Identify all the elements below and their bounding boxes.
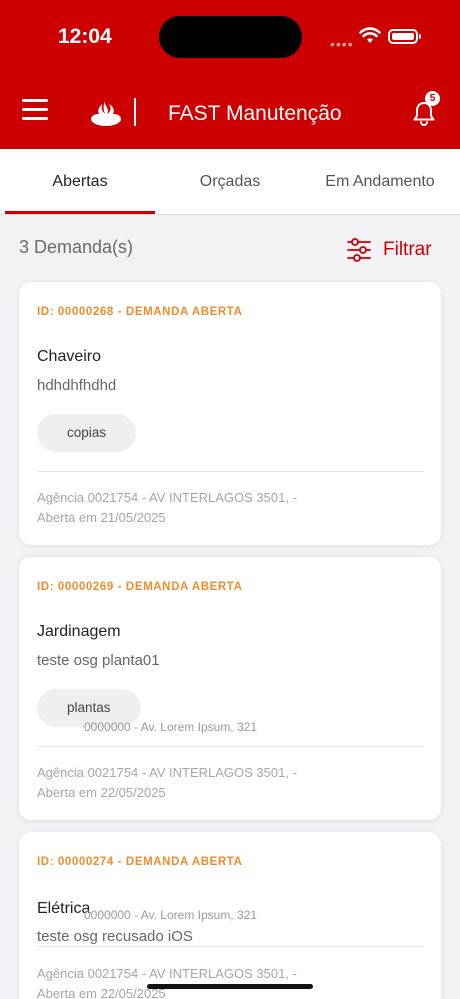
demand-description: hdhdhfhdhd [37,377,117,394]
demand-address: Agência 0021754 - AV INTERLAGOS 3501, - … [37,964,297,999]
tab-bar: Abertas Orçadas Em Andamento [0,149,460,215]
status-time: 12:04 [58,25,112,48]
demand-address: Agência 0021754 - AV INTERLAGOS 3501, - … [37,763,297,803]
tab-abertas[interactable]: Abertas [5,149,155,215]
app-header: 12:04 •••• FAST Manutenção 5 [0,0,460,149]
tab-active-indicator [5,211,155,214]
tab-orcadas[interactable]: Orçadas [155,149,305,215]
address-line: Agência 0021754 - AV INTERLAGOS 3501, - [37,765,297,780]
demand-address: Agência 0021754 - AV INTERLAGOS 3501, - … [37,488,297,528]
app-title: FAST Manutenção [168,102,342,125]
demand-id: ID: 00000274 - DEMANDA ABERTA [37,856,243,868]
card-divider [37,746,424,747]
demand-card[interactable]: ID: 00000268 - DEMANDA ABERTA Chaveiro h… [19,282,441,545]
home-indicator[interactable] [147,984,313,989]
battery-icon [388,29,421,44]
demand-description: teste osg planta01 [37,652,160,669]
wifi-icon [359,27,381,43]
opened-date: Aberta em 22/05/2025 [37,785,166,800]
card-divider [37,471,424,472]
ghost-address-text: 0000000 - Av. Lorem Ipsum, 321 [84,720,257,734]
cellular-signal-icon: •••• [330,36,354,52]
santander-flame-icon [91,100,121,126]
address-line: Agência 0021754 - AV INTERLAGOS 3501, - [37,490,297,505]
demand-card[interactable]: ID: 00000269 - DEMANDA ABERTA Jardinagem… [19,557,441,820]
address-line: Agência 0021754 - AV INTERLAGOS 3501, - [37,966,297,981]
tab-em-andamento[interactable]: Em Andamento [305,149,455,215]
demand-title: Jardinagem [37,623,121,640]
header-divider [134,98,136,126]
demand-title: Elétrica [37,900,91,917]
notification-badge: 5 [425,91,440,106]
filter-sliders-icon [347,238,371,262]
card-divider [37,946,424,947]
ghost-address-text: 0000000 - Av. Lorem Ipsum, 321 [84,908,257,922]
demand-description: teste osg recusado iOS [37,928,193,945]
demand-id: ID: 00000269 - DEMANDA ABERTA [37,581,243,593]
filter-label: Filtrar [383,239,432,260]
opened-date: Aberta em 21/05/2025 [37,510,166,525]
demand-id: ID: 00000268 - DEMANDA ABERTA [37,306,243,318]
category-chip[interactable]: copias [37,414,137,452]
demand-count: 3 Demanda(s) [19,237,134,257]
menu-button[interactable] [22,97,48,123]
demand-title: Chaveiro [37,348,102,365]
dynamic-island [159,16,302,58]
